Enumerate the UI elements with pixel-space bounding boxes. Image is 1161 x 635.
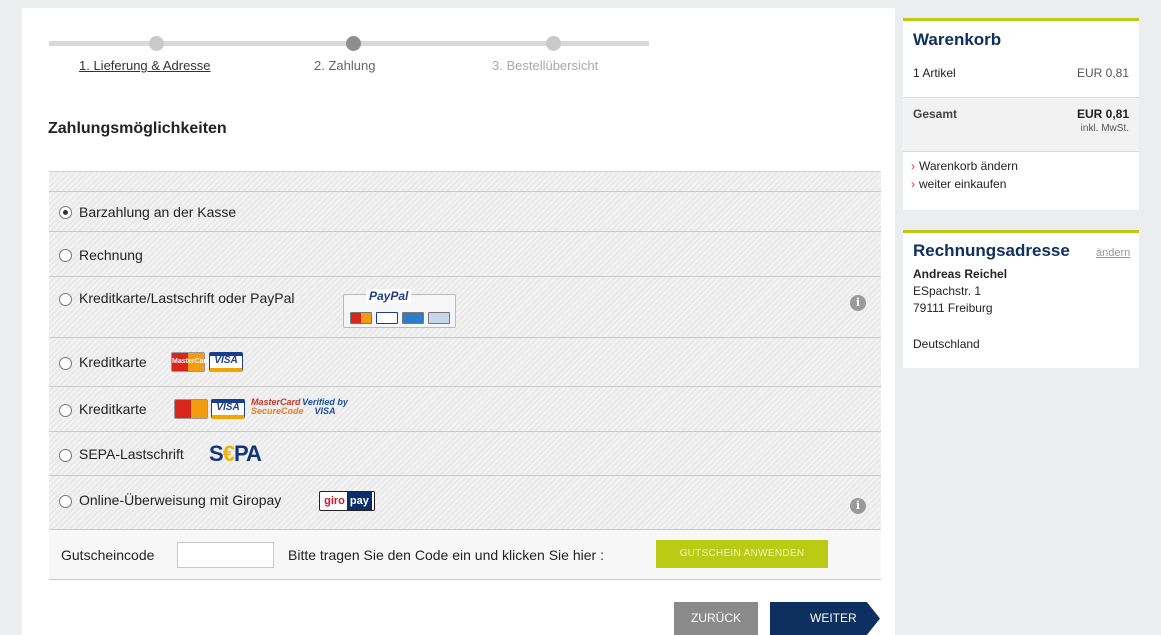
payment-label: Barzahlung an der Kasse <box>79 204 237 220</box>
payment-option-creditcard-2[interactable]: Kreditkarte VISA MasterCard SecureCode V… <box>49 387 881 432</box>
mastercard-icon <box>174 399 208 419</box>
mastercard-securecode-logo: MasterCard SecureCode <box>251 398 304 416</box>
amex-icon <box>402 312 424 324</box>
cart-items-price: EUR 0,81 <box>1076 66 1129 80</box>
radio-creditcard-2[interactable] <box>59 404 72 417</box>
progress-dot-step2 <box>346 36 361 51</box>
cart-total-price: EUR 0,81 <box>1076 107 1129 121</box>
sepa-s: S <box>209 441 224 466</box>
visa-icon <box>376 312 398 324</box>
cart-total-label: Gesamt <box>913 107 958 121</box>
paypal-logo: PayPal <box>343 289 456 328</box>
apply-coupon-button[interactable]: GUTSCHEIN ANWENDEN <box>656 540 828 568</box>
giropay-logo: giro pay <box>319 491 375 511</box>
billing-edit-link[interactable]: ändern <box>1096 247 1130 259</box>
checkout-main: 1. Lieferung & Adresse 2. Zahlung 3. Bes… <box>22 8 895 635</box>
info-icon[interactable]: i <box>850 295 866 311</box>
coupon-input[interactable] <box>177 542 274 568</box>
sepa-pa: PA <box>233 441 262 466</box>
cart-edit-link[interactable]: › Warenkorb ändern <box>911 159 1018 173</box>
progress-dot-step3 <box>546 36 561 51</box>
back-button[interactable]: ZURÜCK <box>674 602 758 635</box>
securecode-line-2: SecureCode <box>251 406 304 416</box>
verified-line-2: VISA <box>314 406 336 416</box>
payment-label: Online-Überweisung mit Giropay <box>79 492 282 508</box>
cart-panel: Warenkorb 1 Artikel EUR 0,81 Gesamt EUR … <box>903 18 1139 210</box>
mastercard-icon <box>350 312 372 324</box>
continue-shopping-link[interactable]: › weiter einkaufen <box>911 177 1006 191</box>
next-button[interactable]: WEITER <box>770 602 880 635</box>
pay-text: pay <box>346 492 372 510</box>
cart-vat-note: inkl. MwSt. <box>1080 123 1129 134</box>
radio-cash[interactable] <box>59 206 72 219</box>
billing-name: Andreas Reichel <box>913 267 1008 281</box>
chevron-right-icon: › <box>911 159 915 173</box>
sepa-logo: S€PA <box>209 441 262 467</box>
radio-sepa[interactable] <box>59 449 72 462</box>
chevron-right-icon: › <box>911 177 915 191</box>
verified-by-visa-logo: Verified by VISA <box>301 398 349 416</box>
step-payment: 2. Zahlung <box>314 58 376 73</box>
cart-total-row: Gesamt EUR 0,81 inkl. MwSt. <box>903 97 1139 152</box>
payment-option-giropay[interactable]: Online-Überweisung mit Giropay giro pay i <box>49 476 881 530</box>
bank-card-icon <box>428 312 450 324</box>
payment-label: Kreditkarte <box>79 354 147 370</box>
payment-option-creditcard-1[interactable]: Kreditkarte MasterCard VISA <box>49 338 881 387</box>
billing-address-panel: Rechnungsadresse ändern Andreas Reichel … <box>903 230 1139 368</box>
billing-city: 79111 Freiburg <box>913 301 993 315</box>
payment-label: SEPA-Lastschrift <box>79 446 184 462</box>
step-delivery-link[interactable]: 1. Lieferung & Adresse <box>79 58 211 73</box>
continue-shopping-label: weiter einkaufen <box>919 177 1007 191</box>
payment-options-box: Barzahlung an der Kasse Rechnung Kreditk… <box>49 171 881 538</box>
step-overview: 3. Bestellübersicht <box>492 58 599 73</box>
progress-dot-step1 <box>149 36 164 51</box>
payment-option-cash[interactable]: Barzahlung an der Kasse <box>49 191 881 232</box>
coupon-label: Gutscheincode <box>61 547 155 563</box>
payment-label: Kreditkarte <box>79 401 147 417</box>
payment-option-sepa[interactable]: SEPA-Lastschrift S€PA <box>49 432 881 476</box>
info-icon[interactable]: i <box>850 498 866 514</box>
payment-option-paypal[interactable]: Kreditkarte/Lastschrift oder PayPal PayP… <box>49 277 881 338</box>
payment-option-invoice[interactable]: Rechnung <box>49 232 881 277</box>
cart-items-count: 1 Artikel <box>913 66 956 80</box>
cart-title: Warenkorb <box>913 30 1002 49</box>
visa-icon: VISA <box>211 399 245 419</box>
cart-edit-label: Warenkorb ändern <box>919 159 1018 173</box>
billing-country: Deutschland <box>913 337 980 351</box>
giro-text: giro <box>324 495 345 507</box>
billing-street: ESpachstr. 1 <box>913 284 982 298</box>
radio-giropay[interactable] <box>59 495 72 508</box>
mastercard-icon: MasterCard <box>171 352 211 372</box>
sepa-euro: € <box>222 441 235 466</box>
radio-creditcard-1[interactable] <box>59 357 72 370</box>
billing-title: Rechnungsadresse <box>913 241 1070 260</box>
section-title: Zahlungsmöglichkeiten <box>48 120 227 137</box>
visa-icon: VISA <box>209 352 243 372</box>
coupon-hint: Bitte tragen Sie den Code ein und klicke… <box>288 547 604 563</box>
payment-label: Rechnung <box>79 247 143 263</box>
radio-invoice[interactable] <box>59 249 72 262</box>
paypal-logo-text: PayPal <box>366 289 412 303</box>
radio-paypal[interactable] <box>59 293 72 306</box>
payment-label: Kreditkarte/Lastschrift oder PayPal <box>79 290 295 306</box>
